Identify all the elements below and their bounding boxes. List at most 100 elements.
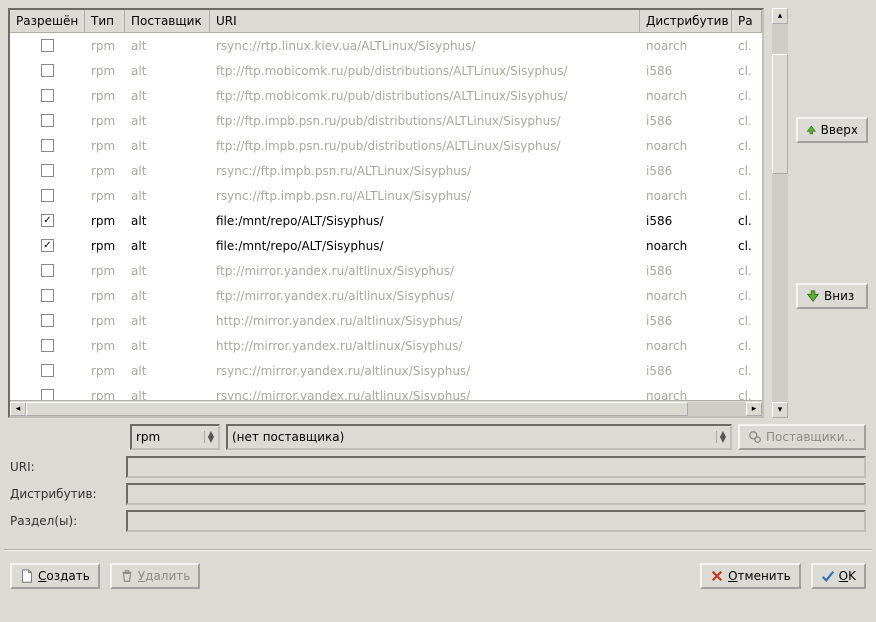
header-enabled[interactable]: Разрешён [10, 10, 85, 32]
cell-vendor: alt [125, 289, 210, 303]
cell-type: rpm [85, 264, 125, 278]
cell-uri: ftp://ftp.impb.psn.ru/pub/distributions/… [210, 114, 640, 128]
scroll-v-track[interactable] [772, 24, 788, 402]
scroll-left-arrow[interactable]: ◂ [10, 402, 26, 416]
dist-input[interactable] [126, 483, 866, 505]
spinner-icon: ▲▼ [716, 431, 726, 443]
table-row[interactable]: rpmaltftp://ftp.mobicomk.ru/pub/distribu… [10, 83, 762, 108]
cell-uri: rsync://mirror.yandex.ru/altlinux/Sisyph… [210, 389, 640, 401]
table-row[interactable]: rpmaltftp://mirror.yandex.ru/altlinux/Si… [10, 258, 762, 283]
arrow-down-icon [806, 289, 820, 303]
cell-type: rpm [85, 164, 125, 178]
enabled-checkbox[interactable] [41, 364, 54, 377]
vendor-combo[interactable]: (нет поставщика) ▲▼ [226, 424, 732, 450]
vendors-button[interactable]: Поставщики... [738, 424, 866, 450]
cell-sect: cl. [732, 89, 762, 103]
enabled-checkbox[interactable] [41, 189, 54, 202]
enabled-checkbox[interactable] [41, 289, 54, 302]
ok-check-icon [821, 569, 835, 583]
cell-vendor: alt [125, 189, 210, 203]
trash-icon [120, 569, 134, 583]
table-row[interactable]: rpmaltftp://ftp.impb.psn.ru/pub/distribu… [10, 133, 762, 158]
cell-dist: i586 [640, 264, 732, 278]
enabled-checkbox[interactable] [41, 114, 54, 127]
table-row[interactable]: ✓rpmaltfile:/mnt/repo/ALT/Sisyphus/noarc… [10, 233, 762, 258]
horizontal-scrollbar[interactable]: ◂ ▸ [10, 400, 762, 416]
move-up-button[interactable]: Вверх [796, 117, 868, 143]
table-row[interactable]: rpmaltftp://mirror.yandex.ru/altlinux/Si… [10, 283, 762, 308]
table-row[interactable]: rpmaltftp://ftp.impb.psn.ru/pub/distribu… [10, 108, 762, 133]
enabled-checkbox[interactable] [41, 64, 54, 77]
table-row[interactable]: rpmaltrsync://mirror.yandex.ru/altlinux/… [10, 383, 762, 400]
enabled-checkbox[interactable] [41, 314, 54, 327]
table-row[interactable]: rpmaltrsync://rtp.linux.kiev.ua/ALTLinux… [10, 33, 762, 58]
scroll-h-track[interactable] [26, 402, 746, 416]
enabled-checkbox[interactable] [41, 389, 54, 400]
header-vendor[interactable]: Поставщик [125, 10, 210, 32]
table-row[interactable]: rpmalthttp://mirror.yandex.ru/altlinux/S… [10, 333, 762, 358]
table-row[interactable]: rpmaltftp://ftp.mobicomk.ru/pub/distribu… [10, 58, 762, 83]
scroll-right-arrow[interactable]: ▸ [746, 402, 762, 416]
cell-sect: cl. [732, 39, 762, 53]
ok-button[interactable]: OK [811, 563, 866, 589]
table-row[interactable]: rpmaltrsync://mirror.yandex.ru/altlinux/… [10, 358, 762, 383]
cell-uri: rsync://rtp.linux.kiev.ua/ALTLinux/Sisyp… [210, 39, 640, 53]
cell-vendor: alt [125, 389, 210, 401]
cell-type: rpm [85, 114, 125, 128]
cell-uri: ftp://mirror.yandex.ru/altlinux/Sisyphus… [210, 264, 640, 278]
delete-button[interactable]: Удалить [110, 563, 201, 589]
type-combo[interactable]: rpm ▲▼ [130, 424, 220, 450]
cancel-button[interactable]: Отменить [700, 563, 801, 589]
header-sections[interactable]: Ра [732, 10, 762, 32]
header-type[interactable]: Тип [85, 10, 125, 32]
cell-sect: cl. [732, 214, 762, 228]
table-row[interactable]: rpmalthttp://mirror.yandex.ru/altlinux/S… [10, 308, 762, 333]
enabled-checkbox[interactable] [41, 264, 54, 277]
header-uri[interactable]: URI [210, 10, 640, 32]
move-down-button[interactable]: Вниз [796, 283, 868, 309]
cell-dist: noarch [640, 189, 732, 203]
cell-uri: http://mirror.yandex.ru/altlinux/Sisyphu… [210, 339, 640, 353]
type-value: rpm [136, 430, 160, 444]
enabled-checkbox[interactable] [41, 89, 54, 102]
cell-vendor: alt [125, 164, 210, 178]
uri-input[interactable] [126, 456, 866, 478]
cell-type: rpm [85, 64, 125, 78]
cell-vendor: alt [125, 264, 210, 278]
enabled-checkbox[interactable] [41, 39, 54, 52]
enabled-checkbox[interactable] [41, 339, 54, 352]
cell-dist: i586 [640, 164, 732, 178]
scroll-down-arrow[interactable]: ▾ [772, 402, 788, 418]
cell-sect: cl. [732, 339, 762, 353]
enabled-checkbox[interactable] [41, 164, 54, 177]
cell-sect: cl. [732, 189, 762, 203]
table-row[interactable]: ✓rpmaltfile:/mnt/repo/ALT/Sisyphus/i586c… [10, 208, 762, 233]
create-button[interactable]: Создать [10, 563, 100, 589]
enabled-checkbox[interactable]: ✓ [41, 239, 54, 252]
table-row[interactable]: rpmaltrsync://ftp.impb.psn.ru/ALTLinux/S… [10, 158, 762, 183]
sections-input[interactable] [126, 510, 866, 532]
cell-uri: rsync://mirror.yandex.ru/altlinux/Sisyph… [210, 364, 640, 378]
cell-uri: ftp://ftp.mobicomk.ru/pub/distributions/… [210, 64, 640, 78]
enabled-checkbox[interactable] [41, 139, 54, 152]
cell-dist: i586 [640, 64, 732, 78]
scroll-up-arrow[interactable]: ▴ [772, 8, 788, 24]
move-up-label: Вверх [821, 123, 858, 137]
cell-dist: noarch [640, 339, 732, 353]
arrow-up-icon [806, 123, 817, 137]
scroll-v-thumb[interactable] [772, 54, 788, 174]
vertical-scrollbar[interactable]: ▴ ▾ [772, 8, 788, 418]
table-row[interactable]: rpmaltrsync://ftp.impb.psn.ru/ALTLinux/S… [10, 183, 762, 208]
header-dist[interactable]: Дистрибутив [640, 10, 732, 32]
new-file-icon [20, 569, 34, 583]
separator [4, 549, 872, 551]
uri-label: URI: [10, 460, 120, 474]
cell-vendor: alt [125, 364, 210, 378]
cell-dist: noarch [640, 389, 732, 401]
scroll-h-thumb[interactable] [26, 402, 688, 416]
form-area: rpm ▲▼ (нет поставщика) ▲▼ Поставщики...… [0, 418, 876, 541]
cell-type: rpm [85, 289, 125, 303]
cell-dist: noarch [640, 39, 732, 53]
cell-type: rpm [85, 39, 125, 53]
enabled-checkbox[interactable]: ✓ [41, 214, 54, 227]
